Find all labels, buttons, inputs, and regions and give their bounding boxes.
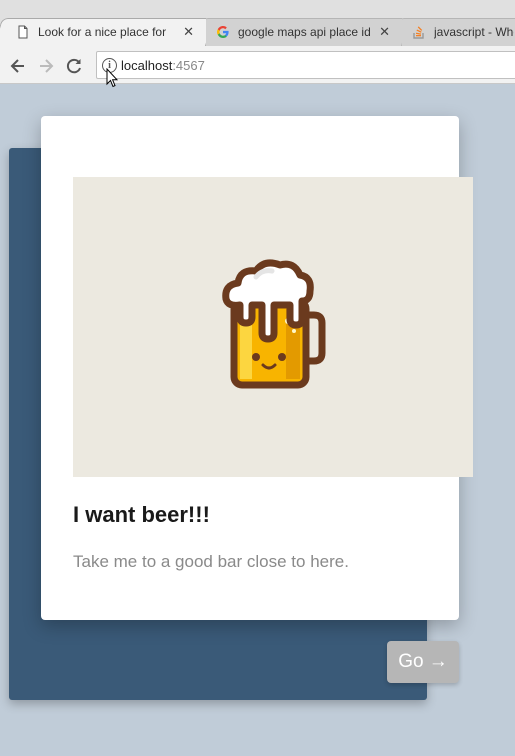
stackoverflow-icon bbox=[413, 26, 424, 39]
mouse-cursor-icon bbox=[106, 68, 118, 88]
browser-toolbar: i localhost:4567 bbox=[0, 46, 515, 84]
browser-chrome: Look for a nice place for ✕ google maps … bbox=[0, 0, 515, 84]
beer-mug-icon bbox=[222, 259, 326, 389]
card-title: I want beer!!! bbox=[73, 502, 210, 527]
back-arrow-icon[interactable] bbox=[7, 55, 29, 77]
reload-icon[interactable] bbox=[63, 55, 85, 77]
tab-google[interactable]: google maps api place id ✕ bbox=[194, 18, 402, 46]
document-icon bbox=[18, 25, 28, 39]
tab-active[interactable]: Look for a nice place for ✕ bbox=[0, 18, 206, 46]
address-bar[interactable]: i localhost:4567 bbox=[96, 51, 515, 79]
tab-title: javascript - Whe bbox=[434, 25, 514, 39]
card-subtitle: Take me to a good bar close to here. bbox=[73, 552, 349, 571]
tab-title: Look for a nice place for bbox=[38, 25, 167, 39]
forward-arrow-icon[interactable] bbox=[35, 55, 57, 77]
tab-strip: Look for a nice place for ✕ google maps … bbox=[0, 0, 515, 46]
tab-stackoverflow[interactable]: javascript - Whe bbox=[390, 18, 515, 46]
go-button[interactable]: Go → bbox=[387, 641, 459, 683]
tab-close-icon[interactable]: ✕ bbox=[183, 24, 194, 40]
option-card[interactable]: I want beer!!! Take me to a good bar clo… bbox=[41, 116, 473, 620]
tab-title: google maps api place id bbox=[238, 25, 371, 39]
url-port: :4567 bbox=[172, 58, 205, 73]
tab-close-icon[interactable]: ✕ bbox=[379, 24, 390, 40]
url-text: localhost:4567 bbox=[121, 58, 205, 73]
url-host: localhost bbox=[121, 58, 173, 73]
google-icon bbox=[217, 26, 229, 38]
illustration-panel bbox=[73, 177, 473, 477]
